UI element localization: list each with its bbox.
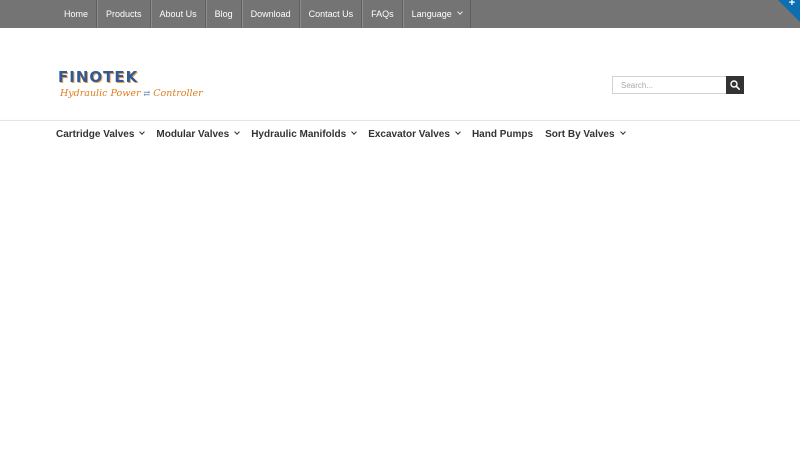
top-nav-products-label: Products: [106, 9, 142, 19]
top-nav-about-us-label: About Us: [159, 9, 197, 19]
main-nav-excavator-valves[interactable]: Excavator Valves: [368, 121, 461, 147]
page-content: [0, 146, 800, 450]
main-nav-sort-by-valves[interactable]: Sort By Valves: [545, 121, 626, 147]
main-nav-hand-pumps-label: Hand Pumps: [471, 128, 534, 140]
exchange-icon: ⇄: [143, 89, 151, 98]
search-button[interactable]: [726, 76, 744, 94]
chevron-down-icon: [234, 129, 241, 135]
chevron-down-icon: [455, 129, 461, 135]
search-input[interactable]: [612, 76, 726, 94]
top-nav-home[interactable]: Home: [56, 0, 98, 28]
search-icon: [730, 80, 740, 90]
main-nav-sort-by-valves-label: Sort By Valves: [545, 128, 615, 140]
main-nav-modular-valves[interactable]: Modular Valves: [156, 121, 241, 147]
main-nav-modular-valves-label: Modular Valves: [156, 128, 230, 140]
main-nav-hydraulic-manifolds[interactable]: Hydraulic Manifolds: [251, 121, 358, 147]
chevron-down-icon: [619, 129, 626, 135]
top-nav-faqs[interactable]: FAQs: [362, 0, 403, 28]
plus-icon[interactable]: +: [786, 0, 798, 9]
chevron-down-icon: [139, 129, 146, 135]
top-bar: Home Products About Us Blog Download Con…: [0, 0, 800, 28]
top-nav-download-label: Download: [250, 9, 291, 19]
top-nav-blog-label: Blog: [214, 9, 233, 19]
main-nav-bar: Cartridge Valves Modular Valves Hydrauli…: [0, 120, 800, 146]
top-nav-language[interactable]: Language: [402, 0, 471, 28]
top-nav-download[interactable]: Download: [241, 0, 300, 28]
main-nav-hydraulic-manifolds-label: Hydraulic Manifolds: [251, 128, 347, 140]
site-header: FINOTEK Hydraulic Power ⇄ Controller: [0, 28, 800, 120]
top-nav-language-label: Language: [411, 9, 452, 19]
top-nav-products[interactable]: Products: [97, 0, 151, 28]
search-form: [612, 76, 744, 94]
main-nav-excavator-valves-label: Excavator Valves: [368, 128, 450, 140]
main-nav-hand-pumps[interactable]: Hand Pumps: [472, 121, 533, 147]
chevron-down-icon: [456, 9, 463, 15]
chevron-down-icon: [351, 129, 358, 135]
logo-tagline: Hydraulic Power ⇄ Controller: [60, 88, 203, 99]
top-nav-about-us[interactable]: About Us: [150, 0, 206, 28]
site-logo[interactable]: FINOTEK Hydraulic Power ⇄ Controller: [58, 68, 203, 104]
logo-tagline-controller: Controller: [153, 88, 203, 99]
top-nav-blog[interactable]: Blog: [205, 0, 242, 28]
top-nav-contact-us-label: Contact Us: [308, 9, 354, 19]
top-nav-home-label: Home: [64, 9, 89, 19]
main-nav-cartridge-valves-label: Cartridge Valves: [56, 128, 135, 140]
top-nav-contact-us[interactable]: Contact Us: [299, 0, 363, 28]
logo-tagline-power: Hydraulic Power: [60, 88, 141, 99]
logo-wordmark: FINOTEK: [58, 68, 139, 86]
main-nav-cartridge-valves[interactable]: Cartridge Valves: [56, 121, 146, 147]
top-nav-faqs-label: FAQs: [371, 9, 394, 19]
main-nav: Cartridge Valves Modular Valves Hydrauli…: [56, 121, 637, 147]
top-nav: Home Products About Us Blog Download Con…: [56, 0, 471, 28]
